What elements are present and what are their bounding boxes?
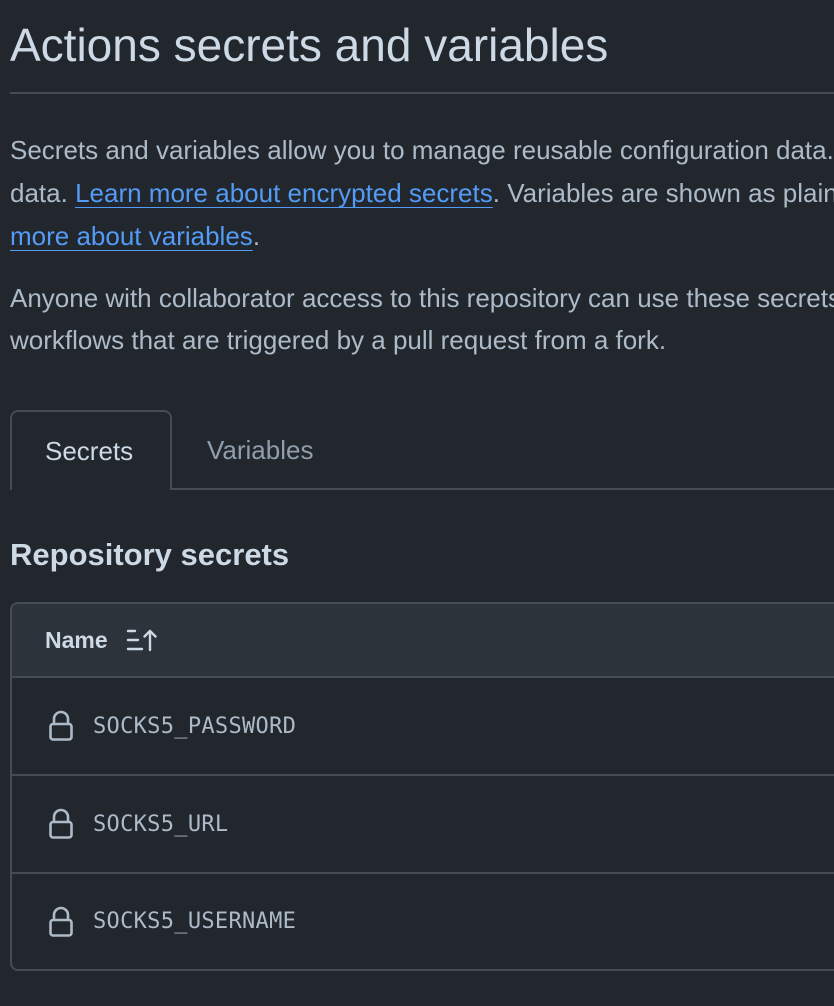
learn-more-variables-link[interactable]: more about variables: [10, 221, 253, 251]
table-row[interactable]: SOCKS5_PASSWORD: [12, 678, 834, 776]
lock-icon: [47, 807, 75, 841]
tab-secrets[interactable]: Secrets: [10, 410, 172, 490]
tab-secrets-label: Secrets: [45, 435, 134, 466]
page-title: Actions secrets and variables: [10, 19, 609, 71]
lock-icon: [47, 905, 75, 939]
description-period: .: [252, 221, 261, 251]
lock-icon: [47, 709, 75, 743]
learn-more-secrets-link[interactable]: Learn more about encrypted secrets: [75, 178, 493, 208]
title-divider: [10, 92, 834, 94]
sort-button[interactable]: [124, 622, 160, 658]
secret-name: SOCKS5_PASSWORD: [93, 713, 297, 739]
table-row[interactable]: SOCKS5_URL: [12, 776, 834, 874]
table-row[interactable]: SOCKS5_USERNAME: [12, 874, 834, 969]
secret-name: SOCKS5_USERNAME: [93, 909, 297, 934]
sort-ascending-icon: [126, 629, 157, 652]
table-header: Name: [12, 604, 834, 678]
tab-variables[interactable]: Variables: [172, 410, 313, 490]
description-line-1: Secrets and variables allow you to manag…: [10, 135, 834, 165]
description-paragraph: Secrets and variables allow you to manag…: [10, 129, 834, 258]
column-header-name: Name: [45, 626, 108, 653]
collaborator-note-line-1: Anyone with collaborator access to this …: [10, 283, 834, 313]
description-line-2-end: . Variables are shown as plain text and …: [492, 178, 834, 208]
section-title: Repository secrets: [10, 537, 290, 572]
collaborator-note-line-2: workflows that are triggered by a pull r…: [10, 325, 667, 355]
secrets-table: Name SOCKS5_PASSWORD SOCKS5_URL SOCKS5_U…: [10, 602, 834, 971]
page: Actions secrets and variables Secrets an…: [0, 0, 834, 1006]
description-line-2-start: data.: [10, 178, 76, 208]
collaborator-note: Anyone with collaborator access to this …: [10, 277, 834, 361]
tab-bar: Secrets Variables: [10, 410, 834, 490]
secret-name: SOCKS5_URL: [93, 811, 229, 837]
tab-variables-label: Variables: [207, 434, 314, 465]
